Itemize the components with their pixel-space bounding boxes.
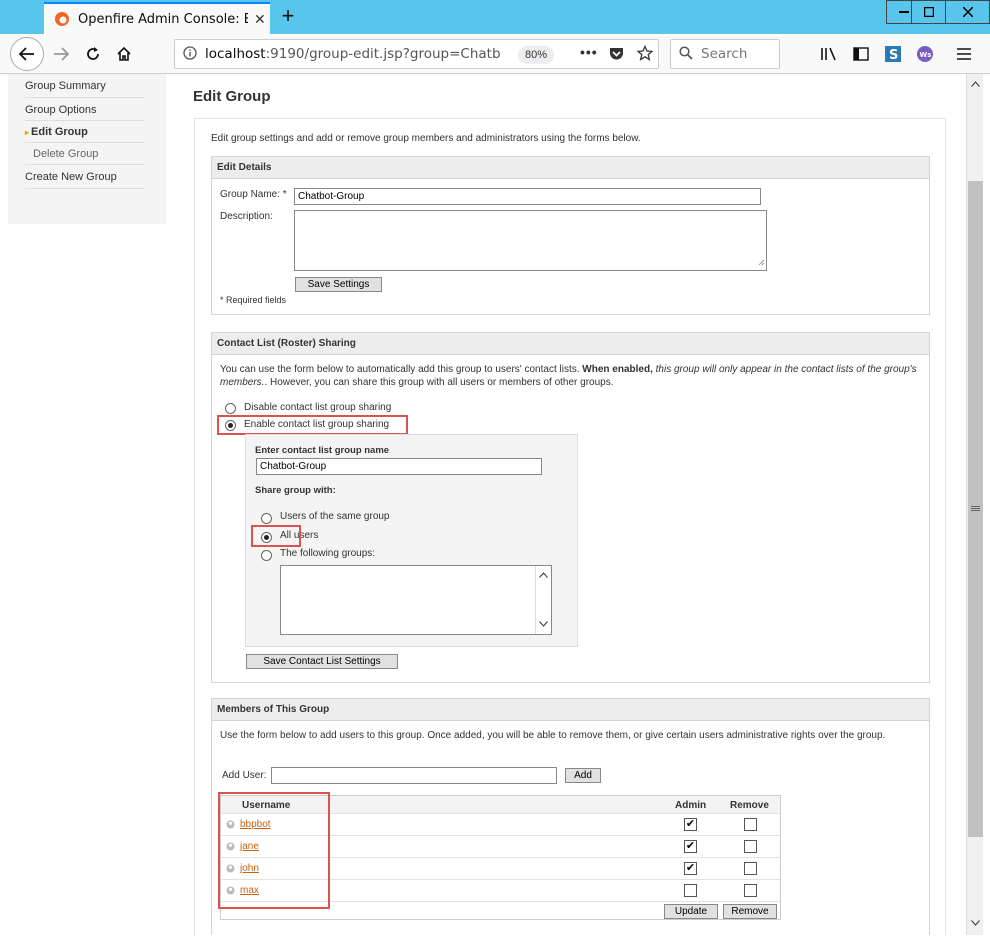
all-users-highlight <box>251 525 301 547</box>
forward-button[interactable] <box>46 39 76 69</box>
members-description: Use the form below to add users to this … <box>220 730 886 741</box>
sharing-options-panel: Enter contact list group name Chatbot-Gr… <box>245 434 578 647</box>
description-label: Description: <box>220 211 273 222</box>
navigation-toolbar: localhost:9190/group-edit.jsp?group=Chat… <box>0 34 990 74</box>
users-same-group-label: Users of the same group <box>280 511 390 522</box>
url-text[interactable]: localhost:9190/group-edit.jsp?group=Chat… <box>205 46 505 62</box>
maximize-button[interactable] <box>911 0 947 24</box>
scroll-up-icon[interactable] <box>539 569 548 581</box>
members-box: Members of This Group Use the form below… <box>211 698 930 935</box>
following-groups-label: The following groups: <box>280 548 376 559</box>
sidebar-item-delete-group[interactable]: Delete Group <box>25 143 144 165</box>
sidebar-item-create-new-group[interactable]: Create New Group <box>25 165 144 189</box>
info-icon[interactable] <box>183 45 197 63</box>
users-same-group-radio[interactable] <box>261 513 272 524</box>
sidebar-item-group-options[interactable]: Group Options <box>25 98 144 121</box>
tab-strip: Openfire Admin Console: Edit G ✕ + <box>0 0 990 34</box>
save-contact-list-settings-button[interactable]: Save Contact List Settings <box>246 654 398 669</box>
listbox-scrollbar[interactable] <box>535 566 551 634</box>
sidebar-toggle-icon[interactable] <box>846 39 876 69</box>
add-user-button[interactable]: Add <box>565 768 601 783</box>
new-tab-icon[interactable]: + <box>276 3 300 29</box>
openfire-favicon-icon <box>54 11 70 27</box>
admin-checkbox[interactable]: ✔ <box>684 862 697 875</box>
admin-column-header: Admin <box>675 800 707 811</box>
bookmark-star-icon[interactable] <box>636 44 654 64</box>
extension-s-icon[interactable]: S <box>878 39 908 69</box>
svg-text:S: S <box>889 48 898 62</box>
home-icon[interactable] <box>109 39 139 69</box>
sidebar-item-group-summary[interactable]: Group Summary <box>25 74 144 98</box>
username-column-highlight <box>218 792 330 909</box>
update-button[interactable]: Update <box>664 904 718 919</box>
sidebar-item-edit-group[interactable]: ▸ Edit Group <box>25 121 144 143</box>
contact-list-sharing-header: Contact List (Roster) Sharing <box>212 333 929 355</box>
resize-grip-icon[interactable] <box>757 257 765 269</box>
pocket-icon[interactable] <box>609 47 624 64</box>
menu-hamburger-icon[interactable] <box>949 39 979 69</box>
save-settings-button[interactable]: Save Settings <box>295 277 382 292</box>
reload-icon[interactable] <box>78 39 108 69</box>
scroll-down-icon[interactable] <box>539 618 548 630</box>
page-content: Group Summary Group Options ▸ Edit Group … <box>8 74 965 935</box>
contact-list-sharing-box: Contact List (Roster) Sharing You can us… <box>211 332 930 683</box>
members-header: Members of This Group <box>212 699 929 721</box>
sidebar: Group Summary Group Options ▸ Edit Group … <box>8 74 166 224</box>
remove-checkbox[interactable] <box>744 818 757 831</box>
svg-text:Ws: Ws <box>920 51 932 59</box>
admin-checkbox[interactable] <box>684 884 697 897</box>
scroll-up-icon[interactable] <box>971 78 980 90</box>
current-item-arrow-icon: ▸ <box>25 128 30 137</box>
edit-details-box: Edit Details Group Name: * Chatbot-Group… <box>211 156 930 315</box>
intro-text: Edit group settings and add or remove gr… <box>211 133 641 144</box>
remove-checkbox[interactable] <box>744 884 757 897</box>
scroll-thumb[interactable] <box>968 181 983 837</box>
remove-checkbox[interactable] <box>744 862 757 875</box>
main-panel: Edit group settings and add or remove gr… <box>194 118 946 935</box>
edit-details-header: Edit Details <box>212 157 929 179</box>
group-name-label: Group Name: * <box>220 189 287 200</box>
remove-button[interactable]: Remove <box>723 904 777 919</box>
grip-icon <box>971 503 980 515</box>
remove-column-header: Remove <box>730 800 769 811</box>
tab-close-icon[interactable]: ✕ <box>254 11 266 28</box>
contact-group-name-input[interactable]: Chatbot-Group <box>256 458 542 475</box>
following-groups-radio[interactable] <box>261 550 272 561</box>
admin-checkbox[interactable]: ✔ <box>684 818 697 831</box>
enable-sharing-highlight <box>217 415 408 435</box>
required-fields-note: * Required fields <box>220 295 287 305</box>
browser-tab[interactable]: Openfire Admin Console: Edit G ✕ <box>44 2 270 34</box>
disable-sharing-radio[interactable] <box>225 403 236 414</box>
library-icon[interactable] <box>814 39 844 69</box>
extension-ws-icon[interactable]: Ws <box>910 39 940 69</box>
add-user-input[interactable] <box>271 767 557 784</box>
page-actions-icon[interactable]: ••• <box>580 44 598 60</box>
tab-title: Openfire Admin Console: Edit G <box>78 11 248 27</box>
page-title: Edit Group <box>193 88 271 105</box>
back-button[interactable] <box>10 37 44 71</box>
sharing-description: You can use the form below to automatica… <box>220 364 917 388</box>
contact-group-name-label: Enter contact list group name <box>255 445 390 456</box>
scroll-down-icon[interactable] <box>971 917 980 929</box>
window-close-button[interactable] <box>945 0 990 24</box>
add-user-label: Add User: <box>222 770 267 781</box>
page-scrollbar[interactable] <box>966 74 983 935</box>
share-group-with-label: Share group with: <box>255 485 336 496</box>
disable-sharing-label: Disable contact list group sharing <box>244 402 392 413</box>
address-bar[interactable]: localhost:9190/group-edit.jsp?group=Chat… <box>174 39 659 69</box>
search-icon <box>679 45 693 63</box>
search-input[interactable]: Search <box>670 39 780 69</box>
zoom-level-badge[interactable]: 80% <box>518 46 555 64</box>
remove-checkbox[interactable] <box>744 840 757 853</box>
following-groups-listbox[interactable] <box>280 565 552 635</box>
group-name-input[interactable]: Chatbot-Group <box>294 188 761 205</box>
admin-checkbox[interactable]: ✔ <box>684 840 697 853</box>
description-textarea[interactable] <box>294 210 767 271</box>
